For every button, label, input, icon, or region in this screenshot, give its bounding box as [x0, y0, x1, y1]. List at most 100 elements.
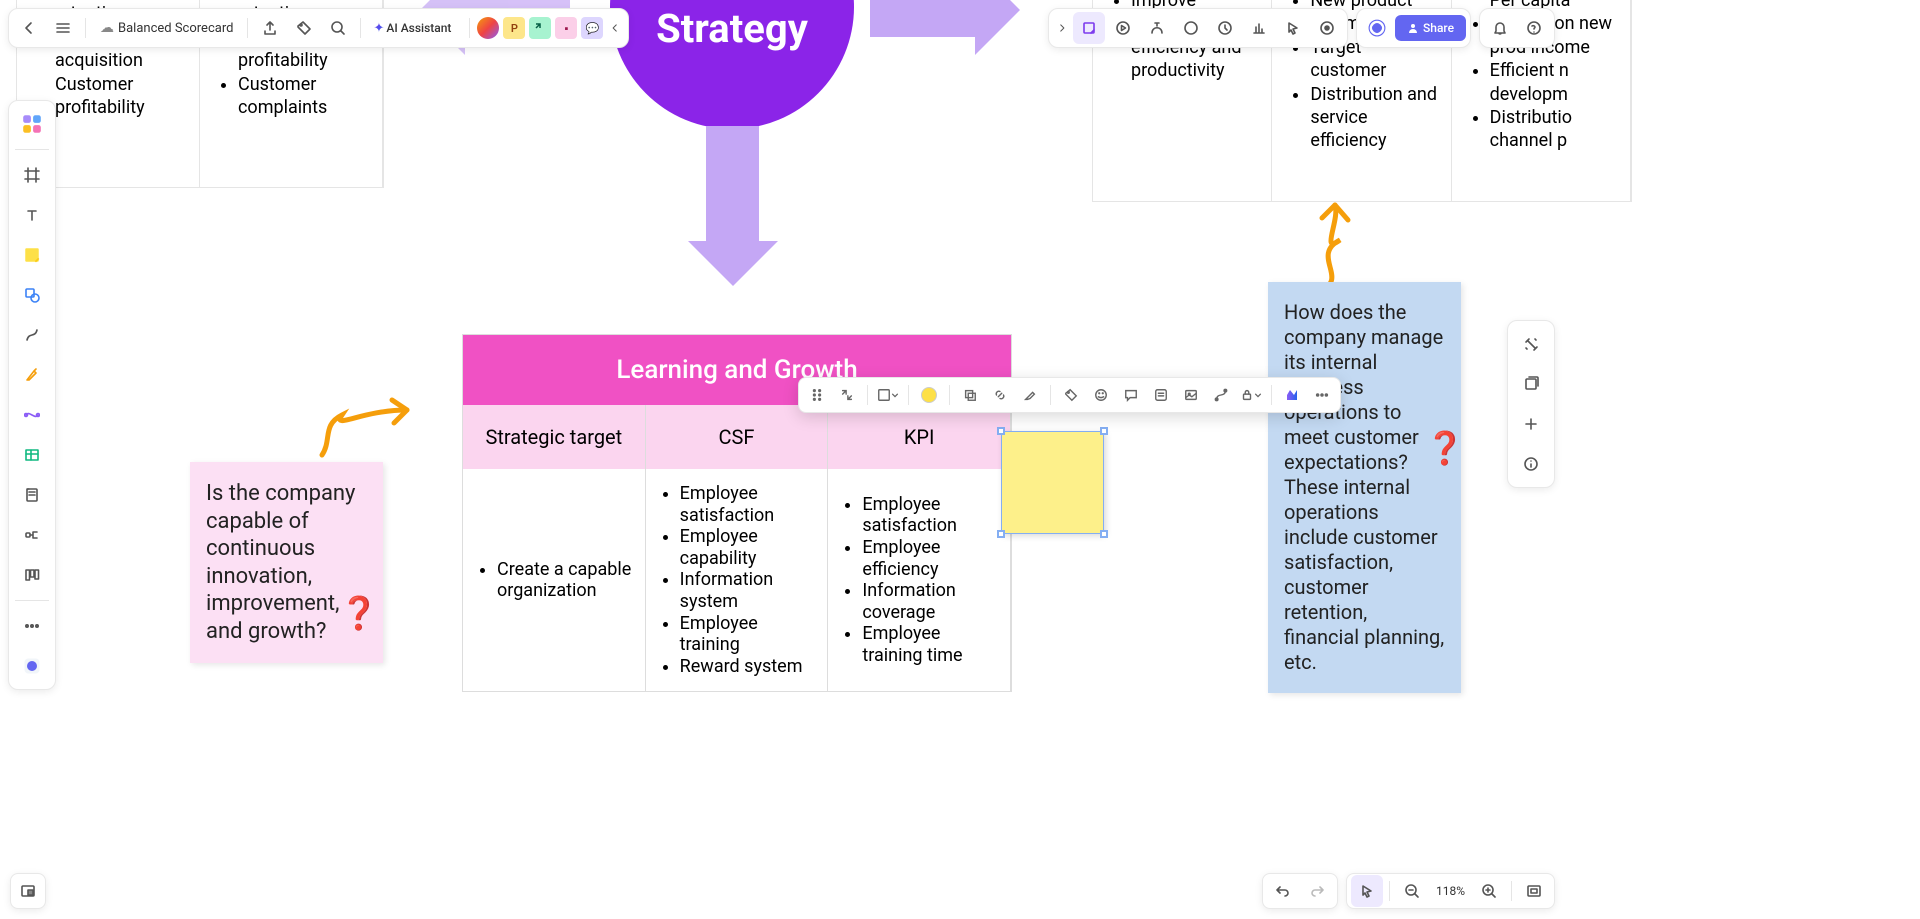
arrow-down-shape[interactable] — [706, 126, 759, 246]
yellow-sticky-note-selected[interactable] — [1001, 431, 1104, 534]
mindmap-tool[interactable] — [15, 518, 49, 552]
app-button[interactable] — [15, 649, 49, 683]
question-mark-icon: ❓ — [339, 593, 379, 633]
left-toolbar — [8, 100, 56, 690]
fit-view-button[interactable] — [1518, 875, 1550, 907]
copy-button[interactable] — [956, 381, 984, 409]
play-button[interactable] — [1107, 12, 1139, 44]
fill-color-button[interactable] — [915, 381, 943, 409]
cursor-mode-button[interactable] — [1351, 875, 1383, 907]
drag-handle-icon[interactable] — [803, 381, 831, 409]
blue-sticky-note[interactable]: How does the company manage its internal… — [1268, 282, 1461, 693]
timer-button[interactable] — [1141, 12, 1173, 44]
list-item: Employee capability — [680, 526, 816, 569]
list-item: Employee training — [680, 613, 816, 656]
selection-context-toolbar — [798, 377, 1341, 413]
add-button[interactable] — [1514, 407, 1548, 441]
arrow-right-shape[interactable] — [870, 0, 980, 37]
list-item: Employee efficiency — [862, 537, 998, 580]
avatar[interactable]: P — [503, 17, 525, 39]
selection-handle[interactable] — [1100, 427, 1108, 435]
tag-icon-button[interactable] — [288, 12, 320, 44]
list-item: Employee training time — [862, 623, 998, 666]
minimap-toggle-button[interactable] — [10, 873, 46, 909]
attention-button[interactable] — [1311, 12, 1343, 44]
file-title[interactable]: ☁Balanced Scorecard — [92, 12, 241, 44]
zoom-level[interactable]: 118% — [1430, 884, 1471, 898]
focus-button[interactable] — [1175, 12, 1207, 44]
list-item: Distribution and service efficiency — [1310, 83, 1440, 153]
highlighter-button[interactable] — [1016, 381, 1044, 409]
magic-button[interactable] — [1514, 327, 1548, 361]
curly-arrow-right[interactable] — [1300, 200, 1380, 300]
pink-sticky-note[interactable]: Is the company capable of continuous inn… — [190, 462, 383, 663]
list-item: Information coverage — [862, 580, 998, 623]
text-tool[interactable] — [15, 198, 49, 232]
list-item: Employee satisfaction — [862, 494, 998, 537]
blue-note-text: How does the company manage its internal… — [1284, 300, 1444, 674]
lock-button[interactable] — [1237, 381, 1265, 409]
connector-button[interactable] — [1207, 381, 1235, 409]
layers-button[interactable] — [1514, 367, 1548, 401]
export-button[interactable] — [254, 12, 286, 44]
zoom-out-button[interactable] — [1396, 875, 1428, 907]
boardmix-logo-button[interactable] — [1361, 12, 1393, 44]
avatar[interactable] — [477, 17, 499, 39]
top-right-area: Share — [1048, 8, 1555, 48]
sticky-note-tool[interactable] — [15, 238, 49, 272]
task-button[interactable] — [1147, 381, 1175, 409]
search-button[interactable] — [322, 12, 354, 44]
help-button[interactable] — [1518, 12, 1550, 44]
switch-shape-button[interactable] — [833, 381, 861, 409]
history-button[interactable] — [1209, 12, 1241, 44]
list-item: Reward system — [680, 656, 816, 678]
voting-button[interactable] — [1243, 12, 1275, 44]
curly-arrow-left[interactable] — [312, 390, 432, 470]
expand-tools-button[interactable] — [1053, 12, 1071, 44]
zoom-in-button[interactable] — [1473, 875, 1505, 907]
selection-handle[interactable] — [1100, 530, 1108, 538]
top-toolbar: ☁Balanced Scorecard ✦AI Assistant P ▪ 💬 — [8, 8, 629, 48]
collapse-avatars-button[interactable] — [606, 12, 624, 44]
col-header: CSF — [646, 405, 829, 469]
undo-button[interactable] — [1267, 875, 1299, 907]
info-button[interactable] — [1514, 447, 1548, 481]
emoji-button[interactable] — [1087, 381, 1115, 409]
back-button[interactable] — [13, 12, 45, 44]
more-tools-button[interactable] — [15, 609, 49, 643]
shape-tool[interactable] — [15, 278, 49, 312]
ai-assistant-button[interactable]: ✦AI Assistant — [367, 12, 463, 44]
pink-note-text: Is the company capable of continuous inn… — [206, 481, 355, 644]
document-tool[interactable] — [15, 478, 49, 512]
frame-tool[interactable] — [15, 158, 49, 192]
connection-tool[interactable] — [15, 398, 49, 432]
avatar[interactable]: 💬 — [581, 17, 603, 39]
redo-button[interactable] — [1301, 875, 1333, 907]
templates-button[interactable] — [15, 107, 49, 141]
table-tool[interactable] — [15, 438, 49, 472]
mission-text-2: Strategy — [656, 7, 808, 51]
list-item: Customer profitability — [55, 73, 189, 120]
ai-context-button[interactable] — [1278, 381, 1306, 409]
kanban-tool[interactable] — [15, 558, 49, 592]
more-button[interactable] — [1308, 381, 1336, 409]
mission-circle[interactable]: Mission Strategy — [610, 0, 854, 129]
sticky-tool-button[interactable] — [1073, 12, 1105, 44]
image-button[interactable] — [1177, 381, 1205, 409]
right-toolbar — [1507, 320, 1555, 488]
tag-button[interactable] — [1057, 381, 1085, 409]
share-button[interactable]: Share — [1395, 15, 1466, 41]
link-button[interactable] — [986, 381, 1014, 409]
selection-handle[interactable] — [997, 427, 1005, 435]
pen-tool[interactable] — [15, 358, 49, 392]
avatar[interactable]: ▪ — [555, 17, 577, 39]
notifications-button[interactable] — [1484, 12, 1516, 44]
selection-handle[interactable] — [997, 530, 1005, 538]
avatar[interactable] — [529, 17, 551, 39]
note-shape-button[interactable] — [874, 381, 902, 409]
line-tool[interactable] — [15, 318, 49, 352]
menu-button[interactable] — [47, 12, 79, 44]
pointer-tool-button[interactable] — [1277, 12, 1309, 44]
comment-button[interactable] — [1117, 381, 1145, 409]
bottom-right-controls: 118% — [1262, 873, 1555, 909]
